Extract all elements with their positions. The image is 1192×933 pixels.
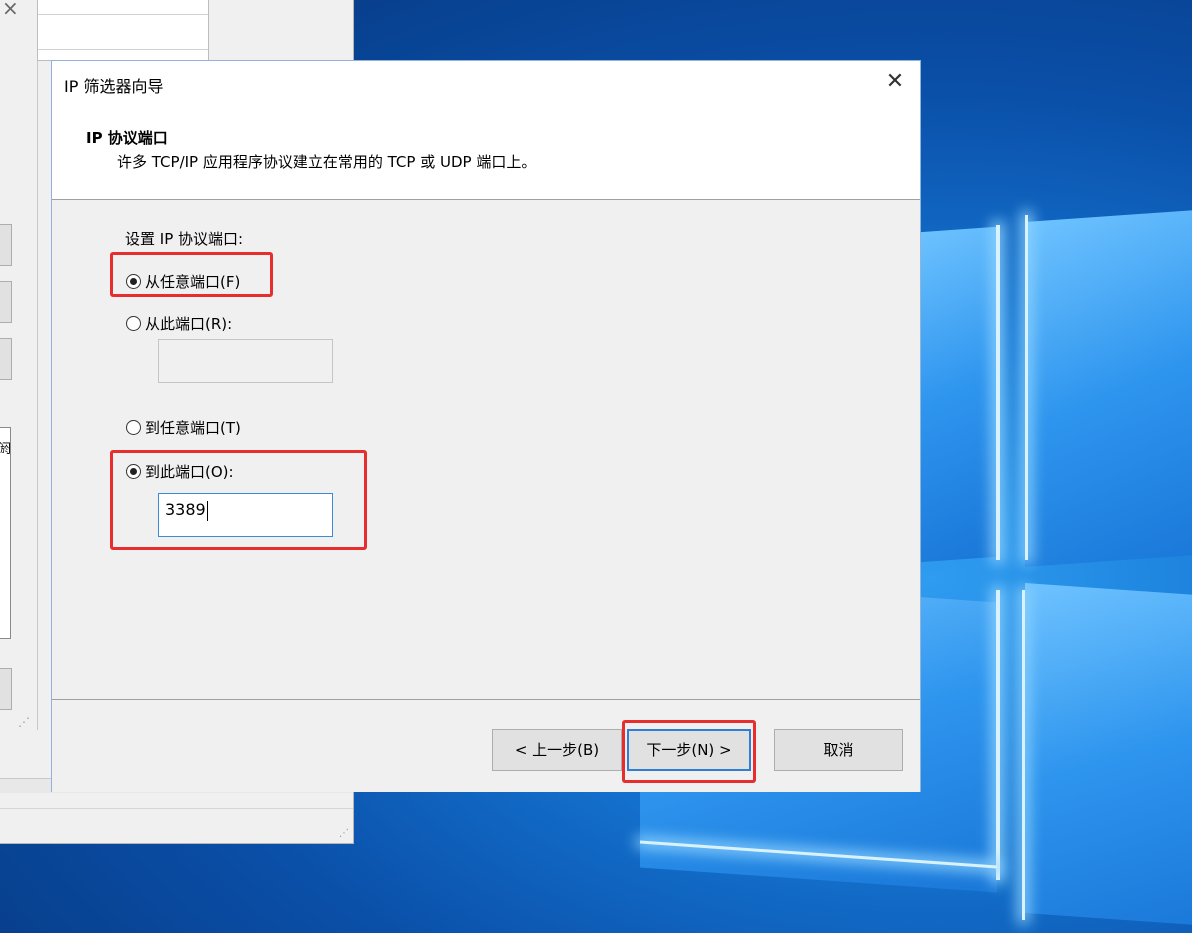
background-list[interactable]: 阏 (0, 427, 11, 639)
wizard-footer: < 上一步(B) 下一步(N) > 取消 (52, 699, 920, 792)
page-title: IP 协议端口 (86, 129, 168, 147)
group-label: 设置 IP 协议端口: (125, 230, 244, 248)
highlight-box (622, 720, 756, 783)
title-bar[interactable]: IP 筛选器向导 ✕ (52, 61, 920, 105)
logo-light-edge (1022, 590, 1025, 920)
from-port-input[interactable] (158, 339, 333, 383)
resize-grip-icon[interactable]: ⋰ (18, 715, 30, 729)
back-button[interactable]: < 上一步(B) (492, 729, 622, 771)
page-subtitle: 许多 TCP/IP 应用程序协议建立在常用的 TCP 或 UDP 端口上。 (117, 153, 537, 171)
background-button[interactable] (0, 338, 12, 380)
background-list-text: 阏 (0, 442, 12, 457)
highlight-box (110, 450, 367, 550)
window-title: IP 筛选器向导 (64, 77, 164, 96)
close-icon[interactable]: ✕ (880, 67, 910, 97)
wizard-header: IP 协议端口 许多 TCP/IP 应用程序协议建立在常用的 TCP 或 UDP… (52, 105, 920, 200)
logo-light-edge (996, 590, 1000, 880)
background-button[interactable] (0, 224, 12, 266)
cancel-button[interactable]: 取消 (774, 729, 903, 771)
highlight-box (110, 252, 273, 297)
radio-to-any-port[interactable]: 到任意端口(T) (126, 417, 241, 438)
logo-light-edge (996, 225, 1000, 560)
ip-filter-wizard-dialog: IP 筛选器向导 ✕ IP 协议端口 许多 TCP/IP 应用程序协议建立在常用… (51, 60, 921, 792)
background-scrollbar[interactable]: ⋰ (0, 808, 353, 843)
background-list-header (37, 0, 209, 61)
radio-unselected-icon[interactable] (126, 420, 141, 435)
windows-logo-pane-bottom-right (1025, 583, 1192, 927)
windows-logo-pane-top-right (1025, 208, 1192, 567)
radio-label: 从此端口(R): (145, 315, 233, 333)
logo-light-edge (1025, 215, 1028, 560)
radio-label: 到任意端口(T) (145, 419, 241, 437)
radio-from-this-port[interactable]: 从此端口(R): (126, 313, 232, 334)
wizard-body: 设置 IP 协议端口: 从任意端口(F) 从此端口(R): 到任意端口(T) 到… (52, 200, 920, 699)
radio-unselected-icon[interactable] (126, 316, 141, 331)
resize-grip-icon[interactable]: ⋰ (339, 828, 349, 839)
background-button[interactable] (0, 668, 12, 710)
close-icon[interactable]: × (2, 0, 19, 20)
background-button[interactable] (0, 281, 12, 323)
